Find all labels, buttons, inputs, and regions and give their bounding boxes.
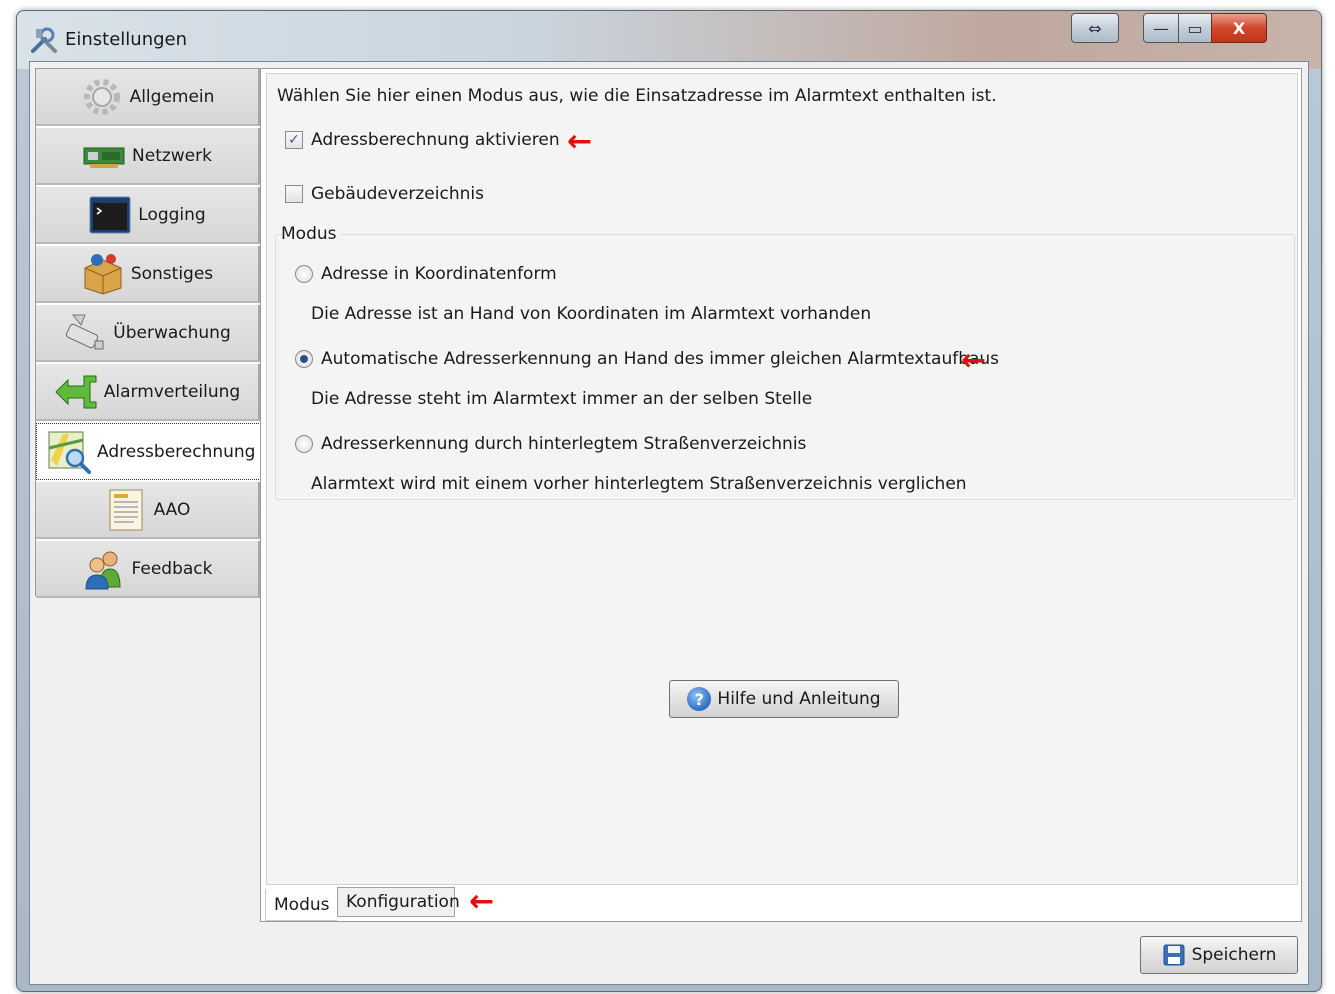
distribution-arrows-icon (55, 375, 97, 408)
client-area: Allgemein Netzwerk Logging Sonstiges Übe… (29, 61, 1309, 985)
help-button[interactable]: ? Hilfe und Anleitung (669, 680, 899, 718)
modus-group-label: Modus (281, 224, 341, 244)
sidebar-item-label: Überwachung (113, 322, 231, 343)
tab-modus[interactable]: Modus (265, 889, 337, 921)
sidebar-item-alarmverteilung[interactable]: Alarmverteilung (36, 364, 260, 421)
radio-street-directory[interactable]: Adresserkennung durch hinterlegtem Straß… (295, 434, 806, 454)
checkbox-label: Adressberechnung aktivieren (311, 130, 560, 150)
radio-coordinates[interactable]: Adresse in Koordinatenform (295, 264, 557, 284)
sidebar-item-netzwerk[interactable]: Netzwerk (36, 128, 260, 185)
sidebar-item-allgemein[interactable]: Allgemein (36, 69, 260, 126)
tools-icon (31, 27, 57, 53)
network-card-icon (83, 147, 125, 168)
terminal-icon (89, 196, 131, 233)
minimize-icon: — (1153, 18, 1169, 38)
settings-window: Einstellungen ⇔ — ▭ X Allgemein Netzwerk… (16, 10, 1322, 992)
radio-description: Die Adresse steht im Alarmtext immer an … (311, 389, 813, 409)
save-disk-icon (1163, 944, 1185, 966)
gear-icon (83, 78, 120, 115)
annotation-arrow: ← (469, 884, 495, 919)
camera-icon (66, 314, 104, 349)
radio-label: Automatische Adresserkennung an Hand des… (321, 349, 1000, 369)
save-button[interactable]: Speichern (1140, 936, 1298, 974)
sidebar: Allgemein Netzwerk Logging Sonstiges Übe… (35, 68, 261, 598)
radio-button[interactable] (295, 435, 313, 453)
building-directory-checkbox[interactable] (285, 185, 303, 203)
sidebar-item-label: AAO (153, 499, 191, 520)
radio-label: Adresse in Koordinatenform (321, 264, 557, 284)
document-icon (109, 489, 143, 530)
sidebar-item-label: Logging (138, 204, 206, 225)
radio-button[interactable] (295, 350, 313, 368)
close-button[interactable]: X (1211, 13, 1267, 43)
radio-label: Adresserkennung durch hinterlegtem Straß… (321, 434, 807, 454)
radio-button[interactable] (295, 265, 313, 283)
help-icon: ? (687, 687, 712, 711)
sidebar-item-feedback[interactable]: Feedback (36, 541, 260, 598)
radio-description: Die Adresse ist an Hand von Koordinaten … (311, 304, 872, 324)
sidebar-item-sonstiges[interactable]: Sonstiges (36, 246, 260, 303)
maximize-button[interactable]: ▭ (1178, 13, 1212, 43)
sidebar-item-label: Feedback (131, 558, 213, 579)
save-button-label: Speichern (1191, 945, 1277, 965)
content-panel: Wählen Sie hier einen Modus aus, wie die… (260, 68, 1302, 922)
address-calc-checkbox-row[interactable]: ✓ Adressberechnung aktivieren (285, 130, 560, 150)
radio-description: Alarmtext wird mit einem vorher hinterle… (311, 474, 967, 494)
resize-button[interactable]: ⇔ (1071, 13, 1119, 43)
sidebar-item-ueberwachung[interactable]: Überwachung (36, 305, 260, 362)
tab-label: Modus (274, 894, 330, 915)
sidebar-item-label: Allgemein (129, 86, 215, 107)
sidebar-item-label: Netzwerk (132, 145, 212, 166)
resize-icon: ⇔ (1088, 18, 1102, 38)
sidebar-item-label: Adressberechnung (97, 441, 256, 462)
sidebar-item-logging[interactable]: Logging (36, 187, 260, 244)
building-directory-checkbox-row[interactable]: Gebäudeverzeichnis (285, 184, 484, 204)
help-button-label: Hilfe und Anleitung (717, 689, 881, 709)
intro-text: Wählen Sie hier einen Modus aus, wie die… (277, 86, 997, 106)
map-search-icon (48, 431, 91, 474)
modus-tab-panel: Wählen Sie hier einen Modus aus, wie die… (266, 73, 1298, 885)
annotation-arrow: ← (567, 124, 593, 159)
tab-label: Konfiguration (346, 892, 460, 912)
sidebar-item-label: Sonstiges (130, 263, 214, 284)
users-icon (85, 551, 121, 589)
tab-konfiguration[interactable]: Konfiguration (337, 887, 460, 917)
checkbox-label: Gebäudeverzeichnis (311, 184, 484, 204)
radio-automatic[interactable]: Automatische Adresserkennung an Hand des… (295, 349, 999, 369)
window-title: Einstellungen (65, 29, 188, 50)
minimize-button[interactable]: — (1143, 13, 1179, 43)
sidebar-item-adressberechnung[interactable]: Adressberechnung (36, 423, 261, 480)
sidebar-item-label: Alarmverteilung (103, 381, 241, 402)
maximize-icon: ▭ (1187, 18, 1203, 38)
package-icon (84, 253, 122, 295)
address-calc-checkbox[interactable]: ✓ (285, 131, 303, 149)
radio-selected-dot (300, 355, 308, 363)
sidebar-item-aao[interactable]: AAO (36, 482, 260, 539)
annotation-arrow: ← (961, 343, 987, 378)
close-icon: X (1232, 18, 1246, 38)
